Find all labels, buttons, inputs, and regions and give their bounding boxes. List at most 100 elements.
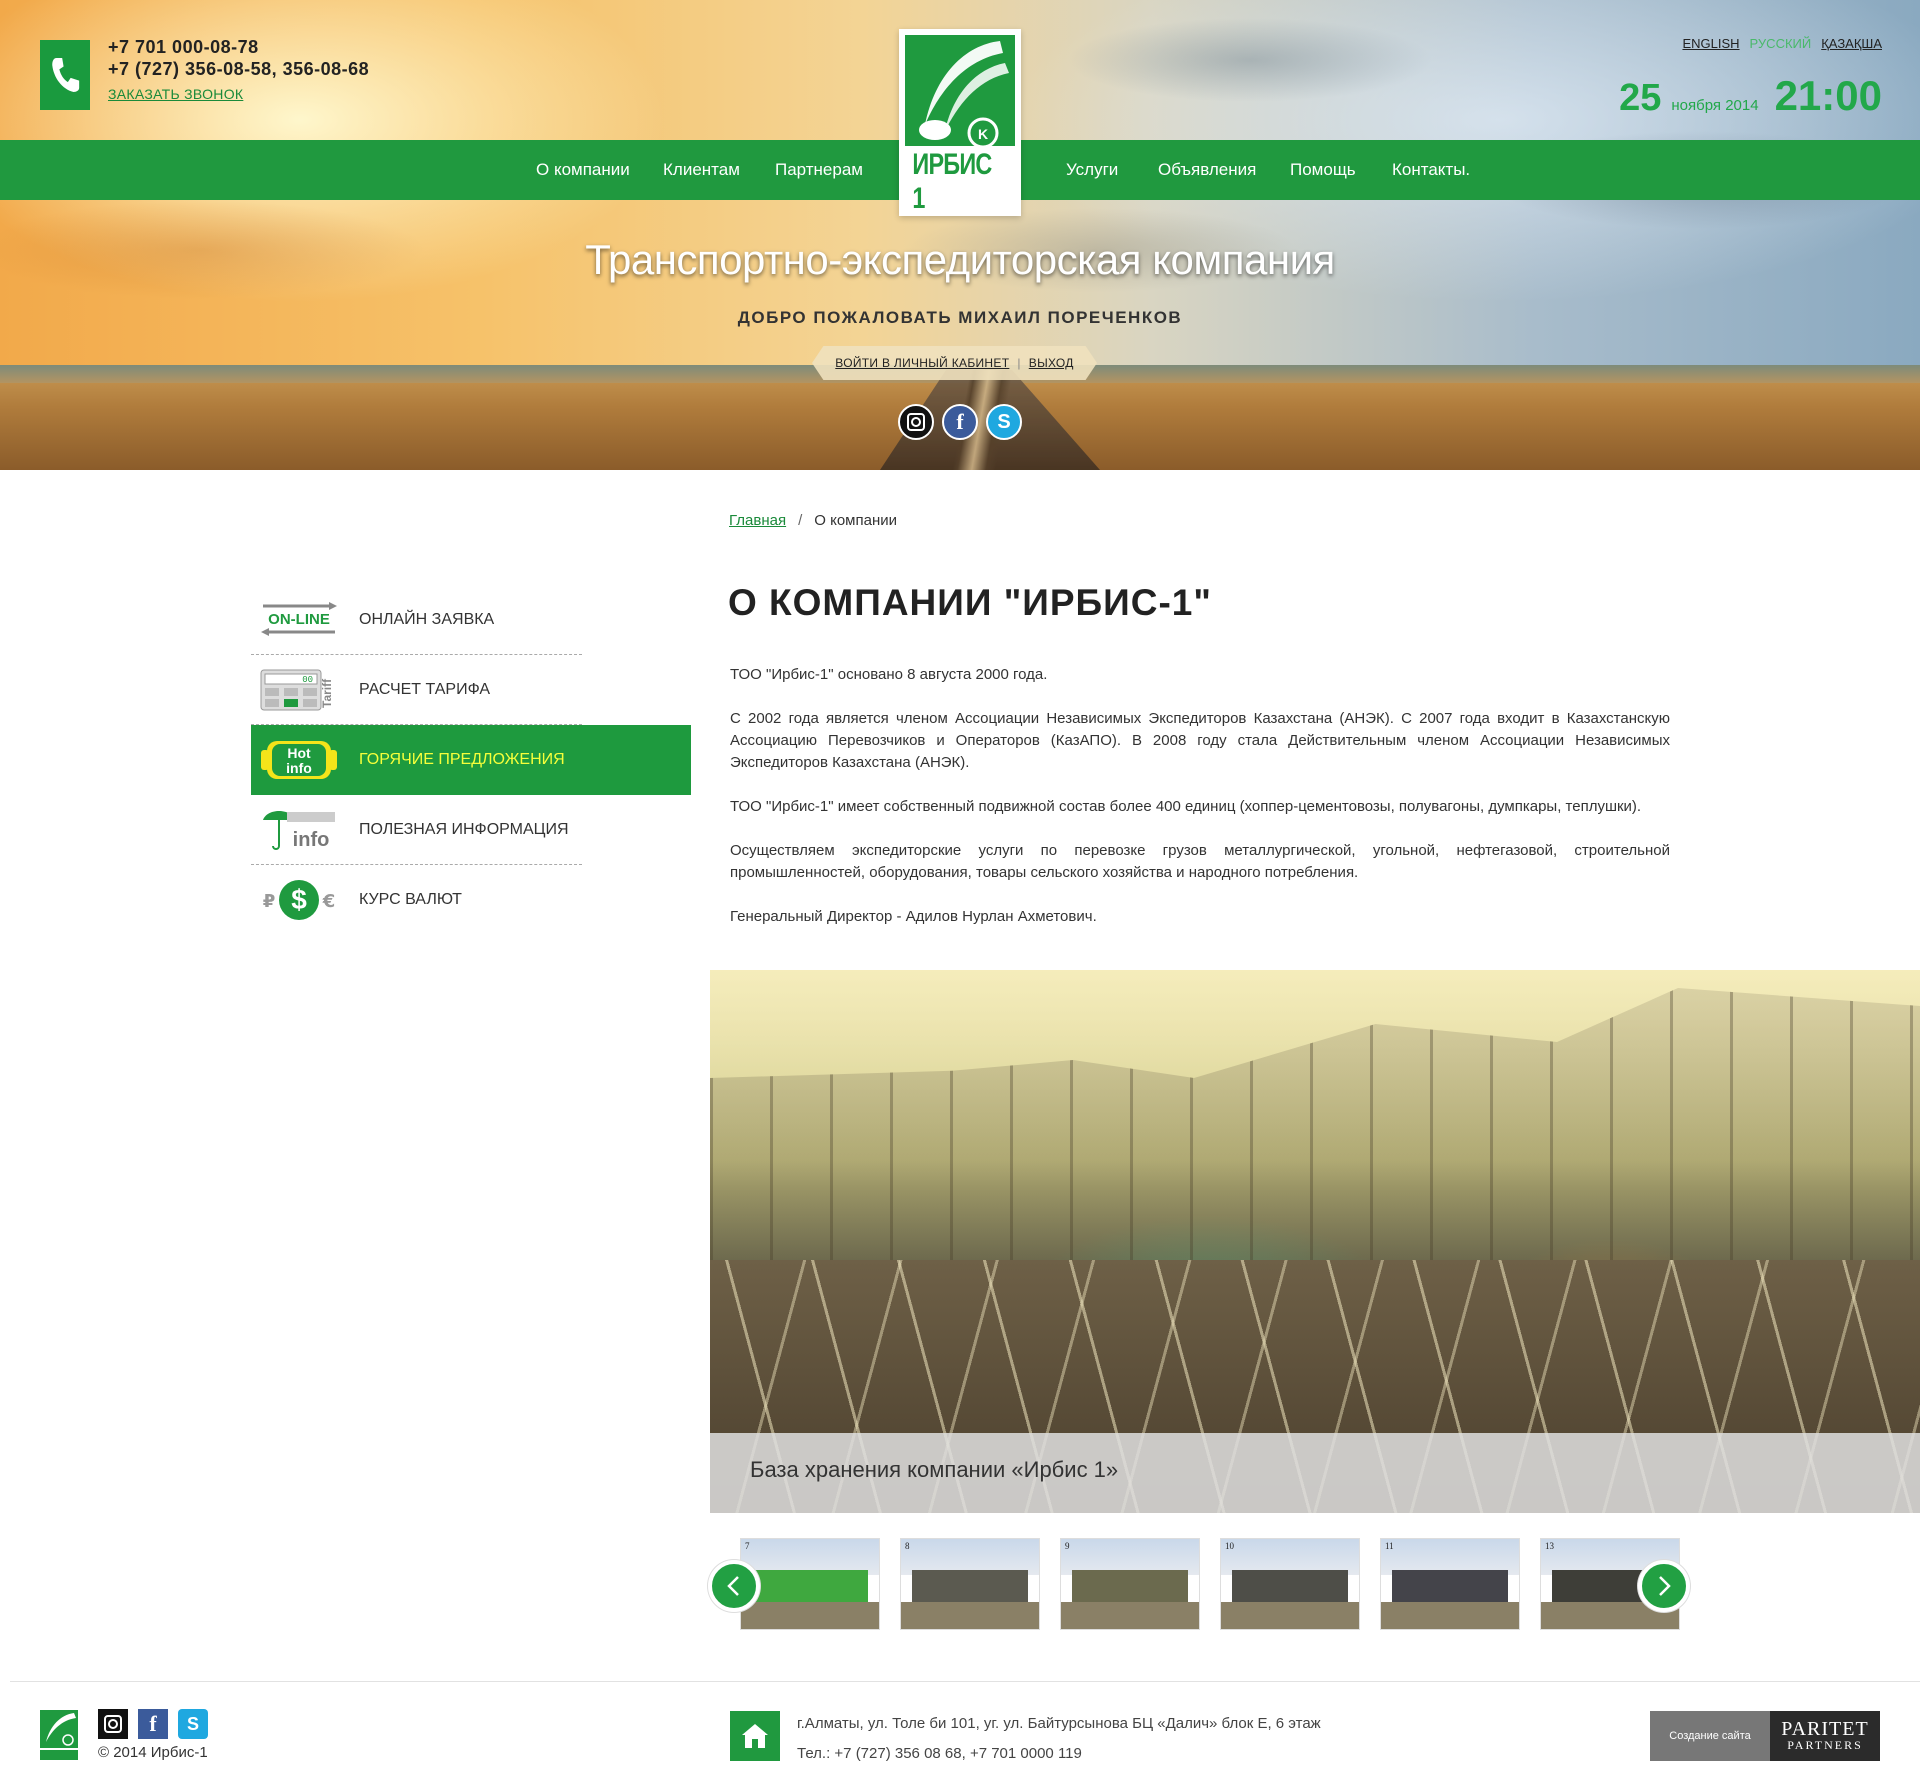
order-call-link[interactable]: ЗАКАЗАТЬ ЗВОНОК <box>108 86 369 102</box>
photo-gallery: База хранения компании «Ирбис 1» <box>710 970 1920 1513</box>
thumb-railcar <box>1072 1569 1188 1602</box>
nav-about[interactable]: О компании <box>536 140 630 200</box>
instagram-icon[interactable] <box>898 404 934 440</box>
thumb-ground <box>741 1602 879 1629</box>
svg-text:ON-LINE: ON-LINE <box>268 611 330 628</box>
date-month-year: ноября 2014 <box>1671 97 1759 114</box>
footer-contacts: г.Алматы, ул. Толе би 101, уг. ул. Байту… <box>797 1709 1321 1769</box>
paragraph: С 2002 года является членом Ассоциации Н… <box>730 710 1670 771</box>
paragraph: Генеральный Директор - Адилов Нурлан Ахм… <box>730 908 1097 925</box>
gallery-thumbnail[interactable]: 10 <box>1220 1538 1360 1630</box>
thumb-number: 13 <box>1545 1541 1554 1551</box>
developer-label: Создание сайта <box>1650 1711 1770 1761</box>
thumb-number: 11 <box>1385 1541 1394 1551</box>
language-switcher: ENGLISH РУССКИЙ ҚАЗАҚША <box>1682 36 1882 51</box>
breadcrumb-current: О компании <box>814 512 897 529</box>
gallery-thumbnail[interactable]: 9 <box>1060 1538 1200 1630</box>
hot-info-icon: Hot info <box>259 735 339 785</box>
footer-logo-icon[interactable] <box>40 1710 78 1762</box>
thumb-ground <box>901 1602 1039 1629</box>
sidebar-item-label: ГОРЯЧИЕ ПРЕДЛОЖЕНИЯ <box>359 751 565 768</box>
umbrella-info-icon: info <box>259 805 339 855</box>
sidebar-item-label: ОНЛАЙН ЗАЯВКА <box>359 611 495 628</box>
paragraph: ТОО "Ирбис-1" основано 8 августа 2000 го… <box>730 666 1048 683</box>
developer-brand-top: PARITET <box>1781 1717 1869 1740</box>
footer-divider <box>10 1681 1920 1682</box>
lang-kazakh[interactable]: ҚАЗАҚША <box>1821 36 1882 51</box>
thumb-ground <box>1061 1602 1199 1629</box>
lang-russian[interactable]: РУССКИЙ <box>1750 36 1812 51</box>
svg-text:₽: ₽ <box>263 891 276 912</box>
company-logo[interactable]: K ИРБИС 1 <box>899 29 1021 216</box>
currency-icon: ₽ $ € <box>259 875 339 925</box>
sidebar-item-online-request[interactable]: ON-LINE ОНЛАЙН ЗАЯВКА <box>251 585 691 655</box>
sidebar-item-exchange-rates[interactable]: ₽ $ € КУРС ВАЛЮТ <box>251 865 691 935</box>
copyright: © 2014 Ирбис-1 <box>98 1744 208 1761</box>
home-icon <box>730 1711 780 1761</box>
nav-clients[interactable]: Клиентам <box>663 140 740 200</box>
sidebar-item-label: ПОЛЕЗНАЯ ИНФОРМАЦИЯ <box>359 821 569 838</box>
developer-badge[interactable]: Создание сайта PARITET PARTNERS <box>1650 1711 1880 1761</box>
developer-brand-bottom: PARTNERS <box>1787 1737 1863 1752</box>
svg-text:Hot: Hot <box>287 745 311 761</box>
footer-address: г.Алматы, ул. Толе би 101, уг. ул. Байту… <box>797 1715 1321 1732</box>
breadcrumb-home[interactable]: Главная <box>729 512 786 529</box>
nav-partners[interactable]: Партнерам <box>775 140 863 200</box>
lang-english[interactable]: ENGLISH <box>1682 36 1739 51</box>
gallery-thumbnail[interactable]: 8 <box>900 1538 1040 1630</box>
thumb-ground <box>1381 1602 1519 1629</box>
paragraph: ТОО "Ирбис-1" имеет собственный подвижно… <box>730 798 1642 815</box>
nav-help[interactable]: Помощь <box>1290 140 1356 200</box>
link-separator: | <box>1017 356 1021 370</box>
facebook-icon[interactable]: f <box>138 1709 168 1739</box>
chevron-left-icon <box>727 1576 739 1596</box>
instagram-icon[interactable] <box>98 1709 128 1739</box>
sidebar-item-useful-info[interactable]: info ПОЛЕЗНАЯ ИНФОРМАЦИЯ <box>251 795 691 865</box>
thumb-ground <box>1221 1602 1359 1629</box>
page-title: О КОМПАНИИ "ИРБИС-1" <box>728 582 1212 623</box>
svg-text:$: $ <box>291 884 307 915</box>
account-links: ВОЙТИ В ЛИЧНЫЙ КАБИНЕТ | ВЫХОД <box>812 346 1097 380</box>
gallery-prev-button[interactable] <box>708 1560 760 1612</box>
footer-phones: Тел.: +7 (727) 356 08 68, +7 701 0000 11… <box>797 1745 1082 1762</box>
date-day: 25 <box>1619 77 1662 119</box>
nav-contacts[interactable]: Контакты. <box>1392 140 1470 200</box>
breadcrumb-separator: / <box>798 512 803 529</box>
online-icon: ON-LINE <box>259 595 339 645</box>
nav-services[interactable]: Услуги <box>1066 140 1118 200</box>
thumb-railcar <box>1392 1569 1508 1602</box>
sidebar-item-hot-offers[interactable]: Hot info ГОРЯЧИЕ ПРЕДЛОЖЕНИЯ <box>251 725 691 795</box>
svg-text:info: info <box>293 829 330 851</box>
facebook-icon[interactable]: f <box>942 404 978 440</box>
gallery-thumbnail[interactable]: 7 <box>740 1538 880 1630</box>
paragraph: Осуществляем экспедиторские услуги по пе… <box>730 842 1670 881</box>
logo-mark-icon: K <box>905 35 1015 146</box>
logout-link[interactable]: ВЫХОД <box>1029 356 1074 370</box>
skype-icon[interactable]: S <box>178 1709 208 1739</box>
chevron-right-icon <box>1659 1576 1671 1596</box>
clock-time: 21:00 <box>1774 72 1882 119</box>
logo-wordmark: ИРБИС 1 <box>912 148 992 215</box>
svg-text:00: 00 <box>302 675 313 685</box>
gallery-main-photo <box>710 970 1920 1513</box>
calculator-icon: 00 Tariff <box>259 665 339 715</box>
sidebar-menu: ON-LINE ОНЛАЙН ЗАЯВКА 00 Tariff РАСЧЕТ Т… <box>251 585 691 935</box>
developer-logo: PARITET PARTNERS <box>1770 1711 1880 1761</box>
phone-mobile: +7 701 000-08-78 <box>108 37 259 57</box>
sidebar-item-label: РАСЧЕТ ТАРИФА <box>359 681 491 698</box>
svg-text:K: K <box>978 126 988 142</box>
about-text: ТОО "Ирбис-1" основано 8 августа 2000 го… <box>730 664 1670 950</box>
nav-announcements[interactable]: Объявления <box>1158 140 1256 200</box>
gallery-next-button[interactable] <box>1638 1560 1690 1612</box>
thumb-number: 9 <box>1065 1541 1070 1551</box>
thumb-number: 10 <box>1225 1541 1234 1551</box>
gallery-thumbnail[interactable]: 11 <box>1380 1538 1520 1630</box>
date-time: 25 ноября 2014 21:00 <box>1619 72 1882 120</box>
personal-cabinet-link[interactable]: ВОЙТИ В ЛИЧНЫЙ КАБИНЕТ <box>835 356 1009 370</box>
phone-numbers: +7 701 000-08-78 +7 (727) 356-08-58, 356… <box>108 36 369 102</box>
svg-text:info: info <box>286 760 312 776</box>
skype-icon[interactable]: S <box>986 404 1022 440</box>
sidebar-item-tariff[interactable]: 00 Tariff РАСЧЕТ ТАРИФА <box>251 655 691 725</box>
svg-text:Tariff: Tariff <box>320 678 334 708</box>
breadcrumb: Главная / О компании <box>729 512 897 529</box>
